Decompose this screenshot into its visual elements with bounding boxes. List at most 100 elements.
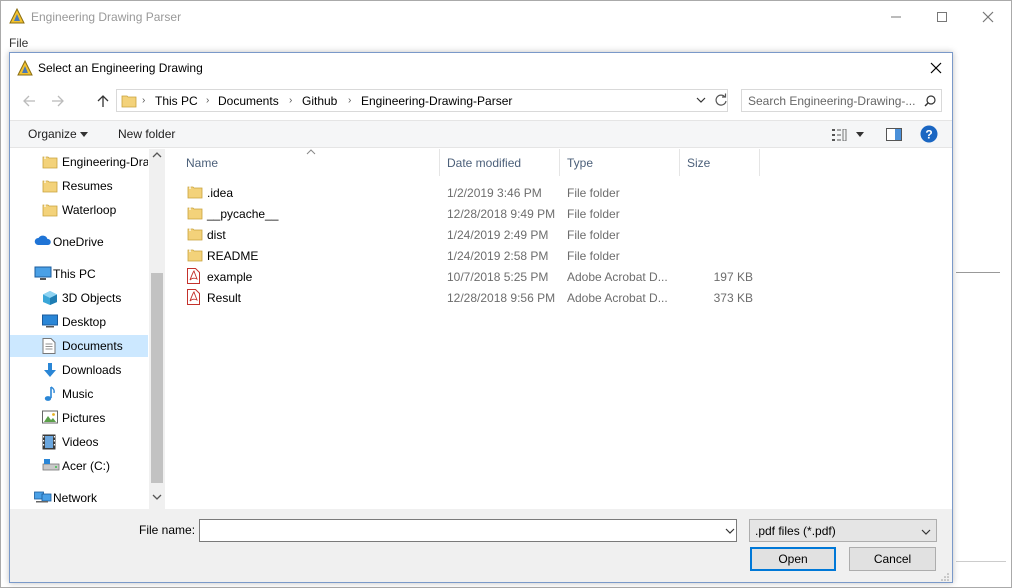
app-title: Engineering Drawing Parser (31, 10, 182, 24)
sidebar-item-acer-c[interactable]: Acer (C:) (10, 455, 148, 477)
help-icon[interactable]: ? (920, 125, 938, 143)
sidebar-item-pictures[interactable]: Pictures (10, 407, 148, 429)
refresh-icon[interactable] (714, 93, 728, 107)
window-close-button[interactable] (965, 1, 1011, 33)
column-divider[interactable] (439, 149, 440, 176)
chevron-up-icon[interactable] (152, 151, 162, 159)
resize-grip-icon[interactable] (940, 572, 950, 582)
3d-objects-icon (42, 290, 58, 306)
folder-icon (187, 247, 203, 262)
cancel-button[interactable]: Cancel (849, 547, 936, 571)
sidebar-item-waterloop[interactable]: Waterloop (10, 199, 148, 221)
minimize-button[interactable] (873, 1, 919, 33)
file-date: 1/24/2019 2:49 PM (447, 228, 549, 242)
breadcrumb-this-pc[interactable]: This PC (155, 94, 198, 108)
breadcrumb-github[interactable]: Github (302, 94, 337, 108)
table-row[interactable]: example 10/7/2018 5:25 PM Adobe Acrobat D.… (185, 266, 805, 287)
chevron-down-icon[interactable] (723, 519, 737, 542)
sidebar-item-desktop[interactable]: Desktop (10, 311, 148, 333)
sidebar-item-engineering-dra[interactable]: Engineering-Dra (10, 151, 148, 173)
sidebar-item-resumes[interactable]: Resumes (10, 175, 148, 197)
sidebar-item-downloads[interactable]: Downloads (10, 359, 148, 381)
organize-button[interactable]: Organize (28, 127, 77, 141)
table-row[interactable]: README 1/24/2019 2:58 PM File folder (185, 245, 805, 266)
table-row[interactable]: .idea 1/2/2019 3:46 PM File folder (185, 182, 805, 203)
scrollbar-thumb[interactable] (151, 273, 163, 483)
file-name: .idea (207, 186, 234, 200)
file-date: 1/2/2019 3:46 PM (447, 186, 542, 200)
file-type: File folder (567, 228, 620, 242)
open-button-label: Open (778, 552, 808, 566)
forward-button[interactable] (47, 91, 69, 111)
breadcrumb-documents[interactable]: Documents (218, 94, 279, 108)
folder-icon (187, 184, 203, 199)
table-row[interactable]: Result 12/28/2018 9:56 PM Adobe Acrobat D.… (185, 287, 805, 308)
preview-pane-icon[interactable] (886, 128, 902, 141)
folder-icon (121, 93, 137, 108)
menu-file[interactable]: File (9, 36, 28, 50)
dialog-toolbar: Organize New folder ? (10, 120, 952, 148)
column-header-size[interactable]: Size (687, 149, 759, 176)
column-header-date[interactable]: Date modified (447, 149, 559, 176)
breadcrumb-current-folder[interactable]: Engineering-Drawing-Parser (361, 94, 512, 108)
chevron-down-icon[interactable] (152, 493, 162, 501)
column-divider[interactable] (679, 149, 680, 176)
sidebar-item-onedrive[interactable]: OneDrive (10, 231, 148, 253)
chevron-right-icon: › (289, 95, 293, 106)
file-name: README (207, 249, 259, 263)
search-input[interactable]: Search Engineering-Drawing-... (741, 89, 942, 112)
nav-scrollbar[interactable] (149, 149, 165, 509)
arrow-left-icon (23, 95, 35, 107)
close-icon (930, 62, 942, 74)
table-row[interactable]: __pycache__ 12/28/2018 9:49 PM File folder (185, 203, 805, 224)
sidebar-item-label: Waterloop (62, 203, 117, 217)
sidebar-item-label: OneDrive (53, 235, 104, 249)
sidebar-item-documents[interactable]: Documents (10, 335, 148, 357)
file-size: 373 KB (713, 291, 753, 305)
column-divider[interactable] (559, 149, 560, 176)
pdf-icon (187, 268, 200, 284)
sidebar-item-videos[interactable]: Videos (10, 431, 148, 453)
table-row[interactable]: dist 1/24/2019 2:49 PM File folder (185, 224, 805, 245)
maximize-button[interactable] (919, 1, 965, 33)
arrow-up-icon (97, 95, 109, 107)
chevron-down-icon[interactable] (696, 94, 706, 106)
dialog-logo-icon (17, 60, 33, 76)
caret-down-icon[interactable] (856, 132, 864, 137)
file-name-label: File name: (139, 523, 196, 537)
music-icon (42, 386, 56, 402)
file-name: __pycache__ (207, 207, 279, 221)
column-header-type-label: Type (567, 156, 594, 170)
sidebar-item-label: This PC (53, 267, 96, 281)
arrow-right-icon (52, 95, 64, 107)
sidebar-item-label: Desktop (62, 315, 107, 329)
file-type: Adobe Acrobat D... (567, 270, 668, 284)
up-button[interactable] (92, 91, 114, 111)
file-type-select[interactable]: .pdf files (*.pdf) (749, 519, 937, 542)
file-name: dist (207, 228, 226, 242)
back-button[interactable] (18, 91, 40, 111)
sidebar-item-network[interactable]: Network (10, 487, 148, 509)
dialog-footer: File name: .pdf files (*.pdf) Open Cance… (10, 509, 952, 582)
sidebar-item-music[interactable]: Music (10, 383, 148, 405)
new-folder-button[interactable]: New folder (118, 127, 175, 141)
cancel-button-label: Cancel (873, 552, 912, 566)
address-bar[interactable]: › This PC › Documents › Github › Enginee… (116, 89, 728, 112)
network-icon (34, 490, 52, 504)
file-name-input[interactable] (199, 519, 737, 542)
chevron-right-icon: › (206, 95, 210, 106)
dialog-close-button[interactable] (924, 57, 948, 79)
details-view-icon[interactable] (832, 129, 848, 141)
folder-icon (187, 205, 203, 220)
chevron-down-icon (921, 528, 931, 536)
column-header-size-label: Size (687, 156, 711, 170)
open-button[interactable]: Open (750, 547, 836, 571)
column-divider[interactable] (759, 149, 760, 176)
caret-down-icon[interactable] (80, 132, 88, 137)
sidebar-item-this-pc[interactable]: This PC (10, 263, 148, 285)
search-icon[interactable] (924, 95, 936, 107)
file-type-value: .pdf files (*.pdf) (755, 524, 836, 538)
open-file-dialog: Select an Engineering Drawing › This PC … (9, 52, 953, 583)
column-header-type[interactable]: Type (567, 149, 679, 176)
sidebar-item-3d-objects[interactable]: 3D Objects (10, 287, 148, 309)
